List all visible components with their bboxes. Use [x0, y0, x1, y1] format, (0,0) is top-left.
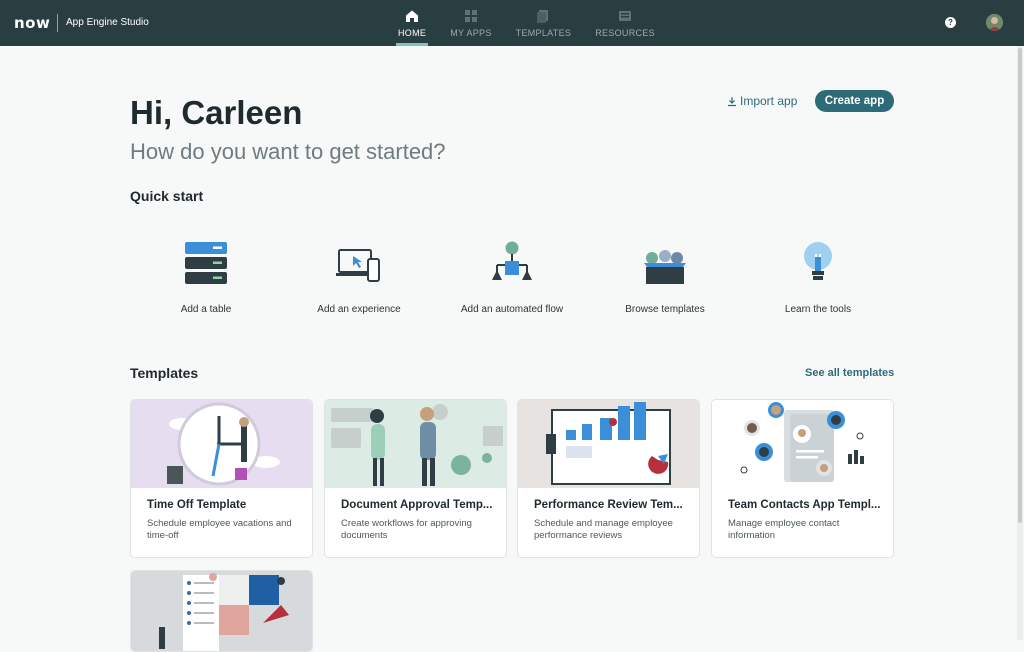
devices-icon — [336, 249, 380, 282]
quick-start-add-table[interactable]: Add a table — [131, 240, 281, 315]
quick-start-label: Add an automated flow — [460, 304, 564, 315]
quick-start-label: Add an experience — [317, 304, 401, 315]
templates-heading: Templates — [130, 365, 199, 381]
quick-start-label: Browse templates — [625, 304, 705, 315]
template-card-description: Create workflows for approving documents — [341, 518, 472, 541]
performance-review-illustration — [518, 400, 699, 488]
grid-icon — [464, 10, 477, 22]
help-icon[interactable]: ? — [945, 17, 956, 28]
main-nav: HOME MY APPS TEMPLATES RESOURCES — [386, 0, 667, 46]
quick-start-add-experience[interactable]: Add an experience — [284, 240, 434, 315]
nav-my-apps[interactable]: MY APPS — [438, 0, 503, 46]
greeting-title: Hi, Carleen — [130, 94, 303, 131]
template-card-performance-review[interactable]: Performance Review Tem... Schedule and m… — [517, 399, 700, 558]
document-approval-illustration — [325, 400, 506, 488]
template-card-description: Schedule and manage employee performance… — [534, 518, 673, 541]
nav-resources[interactable]: RESOURCES — [583, 0, 667, 46]
nav-templates[interactable]: TEMPLATES — [504, 0, 584, 46]
quick-start-learn-tools[interactable]: Learn the tools — [743, 240, 893, 315]
create-app-button[interactable]: Create app — [815, 90, 894, 112]
user-avatar[interactable] — [986, 14, 1003, 31]
quick-start-label: Add a table — [180, 304, 232, 315]
template-card-title: Team Contacts App Templ... — [728, 499, 881, 511]
quick-start-label: Learn the tools — [784, 304, 852, 315]
scrollbar-thumb[interactable] — [1018, 48, 1022, 523]
import-app-link[interactable]: Import app — [727, 94, 797, 108]
template-card-time-off[interactable]: Time Off Template Schedule employee vaca… — [130, 399, 313, 558]
template-card-team-contacts[interactable]: Team Contacts App Templ... Manage employ… — [711, 399, 894, 558]
greeting-subtitle: How do you want to get started? — [130, 139, 446, 164]
database-table-icon — [185, 242, 227, 284]
nav-resources-label: RESOURCES — [595, 28, 655, 38]
download-icon — [728, 96, 736, 106]
templates-icon — [537, 10, 549, 23]
task-list-illustration — [131, 571, 312, 651]
template-card-title: Time Off Template — [147, 499, 247, 511]
top-bar: now App Engine Studio HOME MY APPS TEMPL… — [0, 0, 1024, 46]
team-contacts-illustration — [712, 400, 893, 488]
time-off-illustration — [131, 400, 312, 488]
nav-my-apps-label: MY APPS — [450, 28, 492, 38]
import-app-label: Import app — [740, 94, 798, 108]
nav-home[interactable]: HOME — [386, 0, 438, 46]
flow-icon — [492, 241, 532, 280]
nav-templates-label: TEMPLATES — [515, 28, 572, 38]
quick-start-browse-templates[interactable]: Browse templates — [590, 240, 740, 315]
template-card-title: Document Approval Temp... — [341, 499, 493, 511]
quick-start-add-flow[interactable]: Add an automated flow — [437, 240, 587, 315]
template-card-title: Performance Review Tem... — [534, 499, 683, 511]
page-scrollbar[interactable] — [1017, 46, 1023, 640]
lightbulb-icon — [804, 242, 832, 280]
avatar-image — [986, 14, 1003, 31]
template-card-description: Manage employee contact information — [728, 518, 840, 541]
quick-start-heading: Quick start — [130, 188, 204, 204]
now-logo[interactable]: now — [14, 14, 50, 32]
template-card-description: Schedule employee vacations and time-off — [147, 518, 292, 541]
home-icon — [406, 10, 419, 22]
app-name: App Engine Studio — [66, 17, 149, 28]
resources-icon — [619, 11, 632, 21]
template-box-icon — [644, 250, 686, 284]
see-all-templates-link[interactable]: See all templates — [805, 367, 894, 379]
template-card-document-approval[interactable]: Document Approval Temp... Create workflo… — [324, 399, 507, 558]
nav-home-label: HOME — [398, 28, 427, 38]
logo-divider — [57, 14, 58, 32]
